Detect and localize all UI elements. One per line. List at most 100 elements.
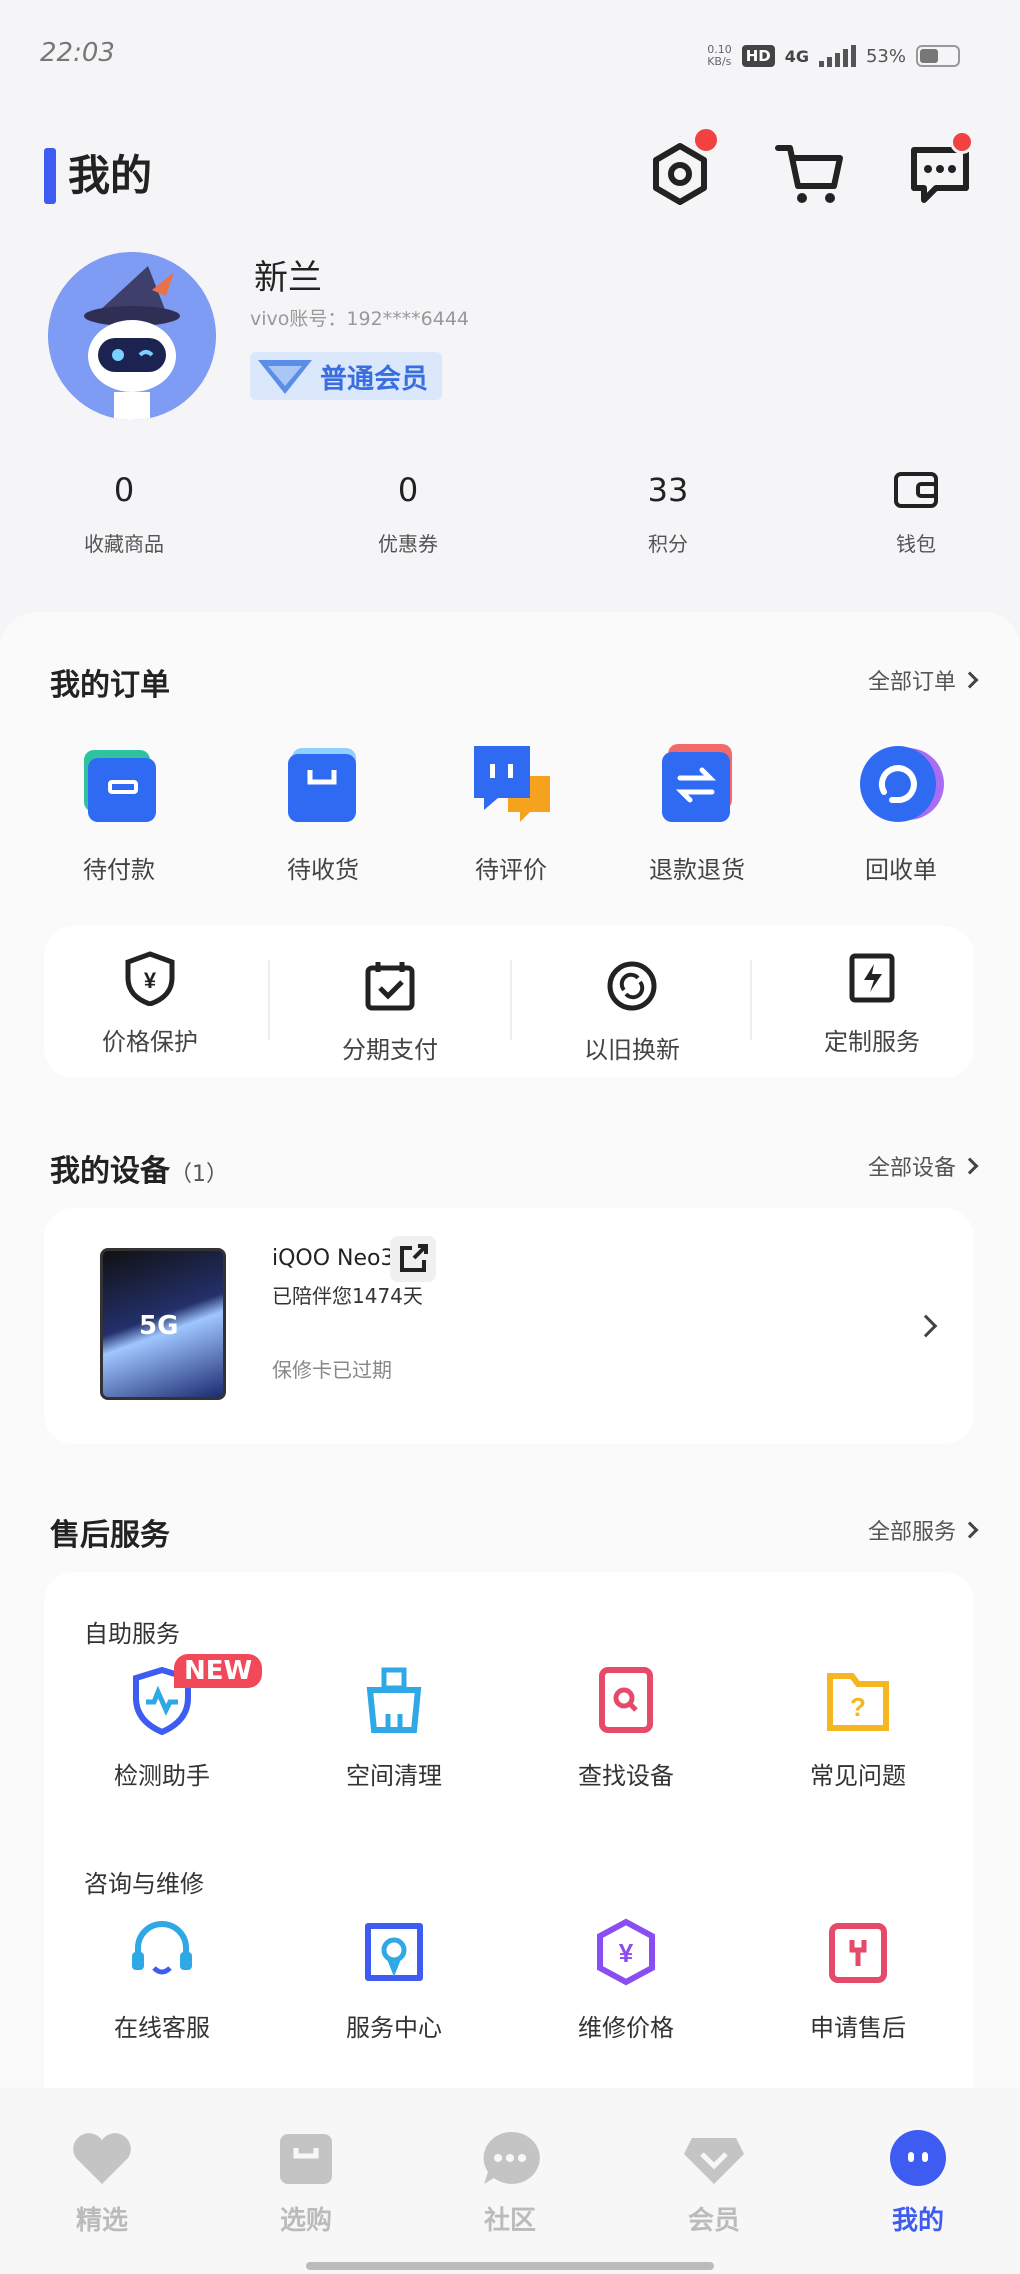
- all-orders-link[interactable]: 全部订单: [867, 664, 979, 696]
- page-title: 我的: [68, 151, 153, 200]
- service-online-support[interactable]: 在线客服: [72, 1916, 252, 2043]
- vip-chevron-icon: [258, 360, 312, 394]
- all-services-link[interactable]: 全部服务: [867, 1514, 979, 1546]
- stat-points[interactable]: 33 积分: [588, 468, 748, 557]
- order-pending-payment[interactable]: 待付款: [44, 740, 194, 885]
- order-label: 退款退货: [649, 856, 745, 884]
- all-devices-link[interactable]: 全部设备: [868, 1150, 979, 1182]
- hd-icon: HD: [741, 45, 775, 67]
- member-badge[interactable]: 普通会员: [250, 352, 442, 400]
- order-label: 待付款: [83, 856, 155, 884]
- broom-icon: [366, 1667, 422, 1733]
- status-bar: 22:03 0.10 KB/s HD 4G 53%: [0, 0, 1020, 110]
- all-orders-label: 全部订单: [867, 670, 956, 695]
- avatar[interactable]: [48, 252, 216, 420]
- service-diagnose[interactable]: 检测助手 NEW: [72, 1654, 263, 1791]
- all-services-label: 全部服务: [867, 1520, 956, 1545]
- device-card[interactable]: 5G iQOO Neo3 已陪伴您1474天 保修卡已过期: [44, 1208, 974, 1444]
- stat-value: 33: [647, 471, 689, 509]
- tab-featured[interactable]: 精选: [32, 2128, 172, 2237]
- recycle-icon: [860, 746, 944, 822]
- chevron-right-icon: [961, 1521, 979, 1539]
- robot-avatar-icon: [48, 252, 216, 420]
- battery-icon: [916, 45, 960, 67]
- order-pending-receipt[interactable]: 待收货: [248, 740, 398, 885]
- stat-wallet[interactable]: 钱包: [836, 468, 996, 557]
- account-id: vivo账号：192****6444: [250, 308, 470, 330]
- divider: [750, 960, 752, 1040]
- messages-button[interactable]: [902, 130, 978, 212]
- wallet-card-icon: [84, 750, 156, 822]
- review-bubble-icon: [474, 746, 550, 822]
- tab-community[interactable]: 社区: [440, 2128, 580, 2237]
- service-center[interactable]: 服务中心: [304, 1916, 484, 2043]
- service-clean[interactable]: 空间清理: [304, 1664, 484, 1791]
- tab-mine[interactable]: 我的: [848, 2128, 988, 2237]
- wrench-icon: [829, 1923, 887, 1983]
- svg-text:¥: ¥: [619, 1938, 634, 1968]
- self-service-title: 自助服务: [84, 1620, 180, 1648]
- device-name: iQOO Neo3: [272, 1246, 395, 1271]
- stat-value: 0: [113, 471, 135, 509]
- headset-icon: [132, 1921, 192, 1975]
- new-badge: NEW: [174, 1654, 263, 1688]
- settings-button[interactable]: [642, 126, 720, 212]
- service-custom[interactable]: 定制服务: [772, 950, 972, 1057]
- stat-favorites[interactable]: 0 收藏商品: [44, 468, 204, 557]
- grid-label: 维修价格: [578, 2014, 674, 2042]
- warranty-status: 保修卡已过期: [272, 1358, 392, 1382]
- chevron-right-icon: [914, 1314, 938, 1338]
- stat-value: 0: [397, 471, 419, 509]
- stat-coupons[interactable]: 0 优惠券: [328, 468, 488, 557]
- device-days: 已陪伴您1474天: [272, 1284, 423, 1308]
- order-pending-review[interactable]: 待评价: [436, 740, 586, 885]
- calendar-check-icon: [365, 962, 415, 1011]
- find-device-icon: [599, 1667, 653, 1733]
- tab-shop[interactable]: 选购: [236, 2128, 376, 2237]
- grid-label: 检测助手: [114, 1762, 210, 1790]
- cart-button[interactable]: [772, 136, 848, 212]
- device-image: 5G: [100, 1248, 226, 1400]
- package-icon: [288, 748, 356, 822]
- grid-label: 服务中心: [346, 2014, 442, 2042]
- divider: [510, 960, 512, 1040]
- devices-count: （1）: [170, 1162, 228, 1187]
- tab-label: 精选: [75, 2206, 128, 2236]
- service-installment[interactable]: 分期支付: [290, 958, 490, 1065]
- lightning-icon: [849, 953, 895, 1003]
- chevron-right-icon: [961, 1157, 979, 1175]
- heart-icon: [73, 2133, 131, 2184]
- service-price-protection[interactable]: ¥ 价格保护: [50, 950, 250, 1057]
- service-faq[interactable]: ? 常见问题: [768, 1664, 948, 1791]
- mine-face-icon: [890, 2130, 946, 2186]
- order-recycle[interactable]: 回收单: [826, 740, 976, 885]
- service-trade-in[interactable]: 以旧换新: [532, 958, 732, 1065]
- status-time: 22:03: [40, 38, 115, 68]
- open-device-button[interactable]: [390, 1236, 436, 1282]
- grid-label: 申请售后: [810, 2014, 906, 2042]
- devices-title: 我的设备: [50, 1154, 170, 1189]
- order-label: 待收货: [287, 856, 359, 884]
- home-indicator[interactable]: [306, 2262, 714, 2270]
- status-icons: 0.10 KB/s HD 4G 53%: [707, 44, 960, 68]
- shopping-bag-icon: [280, 2134, 332, 2184]
- tab-membership[interactable]: 会员: [644, 2128, 784, 2237]
- tab-label: 选购: [279, 2206, 332, 2236]
- yen-hexagon-icon: ¥: [597, 1918, 655, 1986]
- service-repair-price[interactable]: ¥ 维修价格: [536, 1916, 716, 2043]
- service-find-device[interactable]: 查找设备: [536, 1664, 716, 1791]
- tab-label: 我的: [891, 2206, 944, 2236]
- stat-label: 收藏商品: [84, 532, 164, 556]
- svg-text:?: ?: [850, 1692, 866, 1722]
- stat-label: 钱包: [896, 532, 936, 556]
- network-speed: 0.10 KB/s: [707, 43, 732, 68]
- member-level: 普通会员: [320, 363, 428, 395]
- stat-label: 优惠券: [378, 532, 438, 556]
- service-apply-aftersales[interactable]: 申请售后: [768, 1916, 948, 2043]
- order-label: 待评价: [475, 856, 547, 884]
- order-refund[interactable]: 退款退货: [622, 740, 772, 885]
- messages-badge: [950, 130, 974, 154]
- grid-label: 常见问题: [810, 1762, 906, 1790]
- cart-icon: [775, 145, 843, 203]
- network-type: 4G: [784, 46, 809, 66]
